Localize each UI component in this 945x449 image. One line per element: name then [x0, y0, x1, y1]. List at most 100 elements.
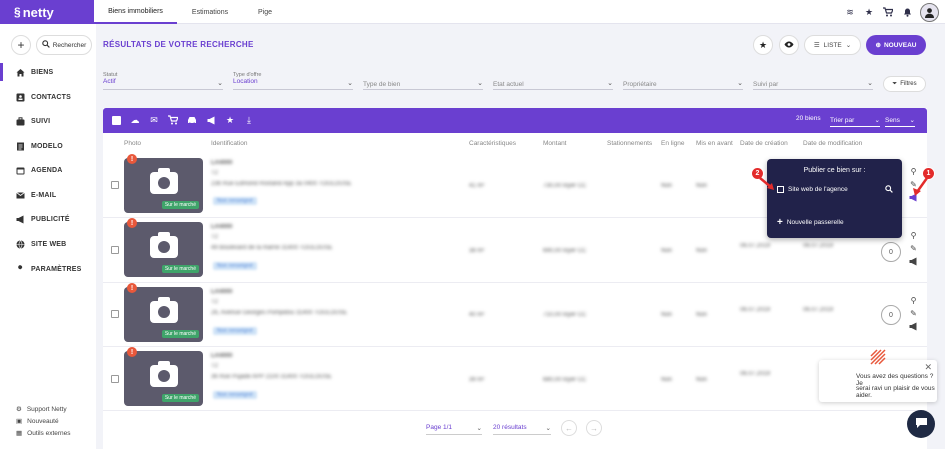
- chat-popup: ✕ Vous avez des questions ? Je serai rav…: [819, 349, 937, 402]
- sidebar-item-biens[interactable]: BIENS: [16, 68, 53, 77]
- new-property-button[interactable]: ⊕ NOUVEAU: [866, 35, 926, 55]
- agency-site-checkbox[interactable]: [777, 186, 784, 193]
- netty-logo[interactable]: § netty: [0, 0, 94, 24]
- sort-direction-select[interactable]: Sens ⌄: [885, 114, 915, 127]
- view-button[interactable]: [779, 35, 799, 55]
- publish-agency-site-option[interactable]: Site web de l'agence: [777, 186, 848, 193]
- sidebar-item-site-web[interactable]: SITE WEB: [16, 240, 66, 249]
- property-featured: Non: [696, 183, 708, 189]
- row-checkbox[interactable]: [111, 310, 119, 318]
- column-header-stationnements: Stationnements: [607, 140, 653, 147]
- close-icon[interactable]: ✕: [924, 362, 932, 373]
- row-actions: ⚲ ✎: [909, 231, 918, 268]
- property-ref: LA4000: [211, 353, 233, 359]
- annotation-arrow-1: [913, 177, 929, 196]
- property-featured: Non: [696, 377, 708, 383]
- calendar-icon: [16, 166, 25, 175]
- count-circle[interactable]: 0: [881, 305, 901, 325]
- search-icon[interactable]: ⚲: [911, 167, 917, 176]
- property-photo[interactable]: ! Sur le marché: [124, 283, 203, 342]
- search-button[interactable]: Rechercher: [36, 35, 92, 55]
- list-view-select[interactable]: ☰ LISTE ⌄: [804, 35, 861, 55]
- alert-icon: !: [127, 218, 137, 228]
- star-icon[interactable]: ★: [863, 6, 875, 18]
- property-photo[interactable]: ! Sur le marché: [124, 218, 203, 277]
- cart-icon[interactable]: [167, 114, 179, 126]
- chevron-down-icon: ⌄: [545, 424, 551, 432]
- sort-by-select[interactable]: Trier par ⌄: [830, 114, 880, 127]
- select-all-checkbox[interactable]: [110, 114, 122, 126]
- tab-pige[interactable]: Pige: [243, 0, 287, 24]
- pencil-icon[interactable]: ✎: [910, 244, 917, 253]
- property-photo[interactable]: ! Sur le marché: [124, 347, 203, 406]
- tab-biens-immobiliers[interactable]: Biens immobiliers: [94, 0, 177, 24]
- chat-logo-icon: [870, 349, 886, 365]
- column-header-identification: Identification: [211, 140, 248, 147]
- chevron-down-icon: ⌄: [217, 80, 223, 87]
- property-photo[interactable]: ! Sur le marché: [124, 154, 203, 213]
- filter-etat-actuel[interactable]: Etat actuel ⌄: [493, 72, 613, 90]
- search-icon[interactable]: [885, 185, 893, 195]
- property-online: Non: [661, 377, 673, 383]
- results-count: 20 biens: [796, 115, 821, 122]
- tab-estimations[interactable]: Estimations: [177, 0, 243, 24]
- news-link[interactable]: ▣ Nouveauté: [16, 417, 59, 426]
- megaphone-icon[interactable]: [205, 114, 217, 126]
- page-select[interactable]: Page 1/1 ⌄: [426, 421, 482, 435]
- search-icon[interactable]: ⚲: [911, 231, 917, 240]
- star-icon: ★: [758, 39, 768, 50]
- new-gateway-button[interactable]: + Nouvelle passerelle: [777, 217, 844, 228]
- camera-icon: [150, 297, 178, 323]
- megaphone-icon[interactable]: [909, 257, 918, 268]
- status-badge: Sur le marché: [161, 201, 199, 209]
- car-icon[interactable]: [186, 114, 198, 126]
- property-type: T2: [211, 234, 219, 240]
- external-tools-link[interactable]: ▦ Outils externes: [16, 429, 71, 438]
- add-button[interactable]: +: [11, 35, 31, 55]
- bell-icon[interactable]: [901, 6, 913, 18]
- search-icon[interactable]: ⚲: [911, 296, 917, 305]
- next-page-button[interactable]: →: [586, 420, 602, 436]
- row-checkbox[interactable]: [111, 246, 119, 254]
- sidebar-item-contacts[interactable]: CONTACTS: [16, 93, 71, 102]
- chevron-down-icon: ⌄: [867, 80, 873, 87]
- star-icon[interactable]: ★: [224, 114, 236, 126]
- stack-icon[interactable]: ≋: [844, 6, 856, 18]
- sidebar-item-email[interactable]: E-MAIL: [16, 191, 56, 200]
- property-modified: 06.07.2019: [803, 307, 834, 313]
- sidebar-item-parametres[interactable]: PARAMÈTRES: [16, 265, 81, 274]
- sidebar-item-suivi[interactable]: SUIVI: [16, 117, 50, 126]
- support-link[interactable]: ⚙ Support Netty: [16, 405, 67, 414]
- filters-button[interactable]: ⏷ Filtres: [883, 76, 926, 92]
- download-icon[interactable]: ⤓: [243, 114, 255, 126]
- sidebar-item-modelo[interactable]: MODELO: [16, 142, 63, 151]
- filter-proprietaire[interactable]: Propriétaire ⌄: [623, 72, 743, 90]
- sidebar-item-publicite[interactable]: PUBLICITÉ: [16, 215, 70, 224]
- row-checkbox[interactable]: [111, 375, 119, 383]
- property-featured: Non: [696, 312, 708, 318]
- user-avatar[interactable]: [920, 2, 939, 22]
- chat-button[interactable]: [907, 410, 935, 438]
- filter-type-bien[interactable]: Type de bien ⌄: [363, 72, 483, 90]
- top-bar: § netty Biens immobiliers Estimations Pig…: [0, 0, 945, 24]
- netty-logo-icon: §: [14, 5, 21, 19]
- per-page-select[interactable]: 20 résultats ⌄: [493, 421, 551, 435]
- filter-suivi-par[interactable]: Suivi par ⌄: [753, 72, 873, 90]
- row-checkbox[interactable]: [111, 181, 119, 189]
- filter-type-offre[interactable]: Type d'offre Location ⌄: [233, 72, 353, 90]
- property-ref: LA4000: [211, 224, 233, 230]
- column-header-mis-en-avant: Mis en avant: [696, 140, 733, 147]
- pencil-icon[interactable]: ✎: [910, 309, 917, 318]
- property-tag: Non renseigné: [213, 262, 257, 270]
- cloud-upload-icon[interactable]: ☁: [129, 114, 141, 126]
- property-online: Non: [661, 312, 673, 318]
- previous-page-button[interactable]: ←: [561, 420, 577, 436]
- megaphone-icon[interactable]: [909, 322, 918, 333]
- megaphone-icon: [16, 215, 25, 224]
- cart-icon[interactable]: [882, 6, 894, 18]
- mail-icon[interactable]: ✉: [148, 114, 160, 126]
- favorite-button[interactable]: ★: [753, 35, 773, 55]
- count-circle[interactable]: 0: [881, 242, 901, 262]
- filter-statut[interactable]: Statut Actif ⌄: [103, 72, 223, 90]
- sidebar-item-agenda[interactable]: AGENDA: [16, 166, 63, 175]
